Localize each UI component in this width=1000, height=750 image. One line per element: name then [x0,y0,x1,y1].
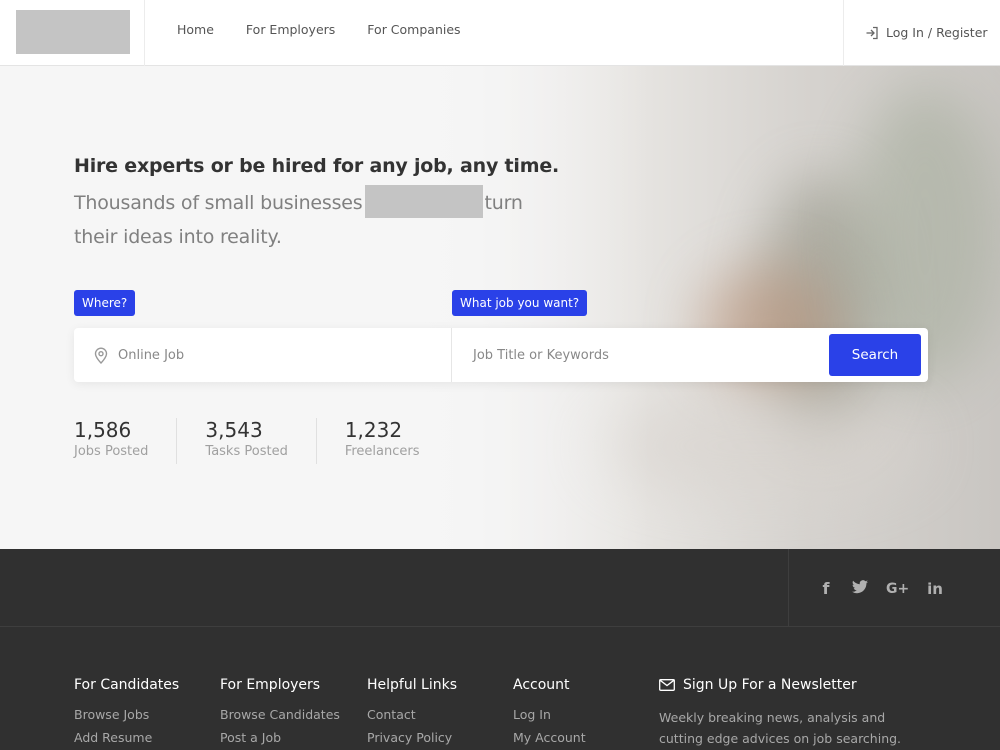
stat-freelancers: 1,232 Freelancers [345,418,448,464]
keyword-field[interactable]: Job Title or Keywords [473,328,609,382]
footer-top-bar: f G+ in [0,549,1000,627]
footer-link-post-a-job[interactable]: Post a Job [220,730,340,745]
google-plus-icon[interactable]: G+ [886,581,909,597]
stat-label: Freelancers [344,444,420,459]
linkedin-icon[interactable]: in [926,580,944,598]
footer-link-privacy-policy[interactable]: Privacy Policy [367,730,457,745]
stat-number: 1,586 [74,418,132,442]
search-button[interactable]: Search [829,334,921,376]
hero-section: Hire experts or be hired for any job, an… [0,66,1000,549]
stats-row: 1,586 Jobs Posted 3,543 Tasks Posted 1,2… [74,418,476,464]
envelope-icon [659,679,675,691]
footer-link-add-resume[interactable]: Add Resume [74,730,179,745]
newsletter-section: Sign Up For a Newsletter Weekly breaking… [659,677,929,749]
twitter-icon[interactable] [852,579,868,598]
hero-headline: Hire experts or be hired for any job, an… [74,155,560,177]
keyword-placeholder: Job Title or Keywords [473,347,609,363]
login-label: Log In / Register [886,25,988,40]
footer-link-contact[interactable]: Contact [367,707,457,722]
site-header: Home For Employers For Companies Log In … [0,0,1000,66]
newsletter-title-text: Sign Up For a Newsletter [683,677,857,693]
nav-item-for-employers[interactable]: For Employers [246,22,335,37]
login-register-link[interactable]: Log In / Register [865,25,988,40]
login-icon [866,26,878,39]
footer-column-title: Account [513,677,570,693]
where-tag: Where? [74,290,136,316]
redacted-text [364,185,483,218]
what-job-tag: What job you want? [452,290,588,316]
logo-placeholder[interactable] [16,10,130,54]
divider [843,0,844,66]
footer-column-helpful-links: Helpful Links Contact Privacy Policy [367,677,457,750]
nav-item-for-companies[interactable]: For Companies [367,22,460,37]
stat-number: 3,543 [205,418,263,442]
stat-number: 1,232 [344,418,403,442]
nav-item-home[interactable]: Home [177,22,214,37]
social-links: f G+ in [818,579,962,598]
location-field[interactable]: Online Job [74,328,452,382]
stat-label: Tasks Posted [205,444,288,459]
footer-column-candidates: For Candidates Browse Jobs Add Resume [74,677,179,750]
search-bar: Online Job Job Title or Keywords Search [74,328,928,382]
location-value: Online Job [118,347,185,363]
footer-column-title: For Employers [220,677,321,693]
main-nav: Home For Employers For Companies [177,22,493,37]
divider [788,549,789,627]
newsletter-title: Sign Up For a Newsletter [659,677,929,693]
footer-column-employers: For Employers Browse Candidates Post a J… [220,677,340,750]
stat-tasks-posted: 3,543 Tasks Posted [205,418,317,464]
footer-link-my-account[interactable]: My Account [513,730,586,745]
facebook-icon[interactable]: f [818,579,834,598]
subline-start: Thousands of small businesses [74,192,363,214]
stat-label: Jobs Posted [74,444,149,459]
hero-subline: Thousands of small businesses turn their … [74,185,544,254]
footer-link-browse-jobs[interactable]: Browse Jobs [74,707,179,722]
footer-column-account: Account Log In My Account [513,677,586,750]
footer-link-log-in[interactable]: Log In [513,707,586,722]
site-footer: f G+ in For Candidates Browse Jobs Add R… [0,549,1000,750]
stat-jobs-posted: 1,586 Jobs Posted [74,418,178,464]
footer-column-title: For Candidates [74,677,180,693]
newsletter-description: Weekly breaking news, analysis and cutti… [659,710,902,746]
location-pin-icon [94,347,108,364]
footer-link-browse-candidates[interactable]: Browse Candidates [220,707,340,722]
footer-column-title: Helpful Links [367,677,458,693]
divider [144,0,145,66]
